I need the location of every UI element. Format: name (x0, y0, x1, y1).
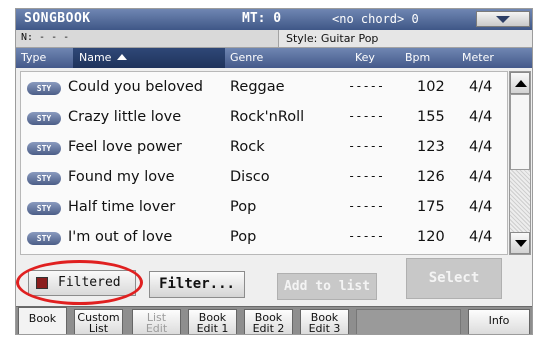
style-badge-icon: STY (27, 82, 61, 95)
song-genre: Pop (230, 199, 257, 215)
scroll-up-button[interactable] (510, 72, 530, 94)
tab-custom-list[interactable]: Custom List (74, 309, 123, 335)
column-meter[interactable]: Meter (462, 51, 494, 64)
tab-label: Info (488, 314, 510, 327)
tab-label-line2: Edit (145, 322, 168, 335)
song-meter: 4/4 (469, 79, 493, 95)
menu-triangle-icon (496, 16, 510, 23)
song-meter: 4/4 (469, 229, 493, 245)
song-name: Feel love power (68, 139, 182, 155)
list-header: Type Name Genre Key Bpm Meter (16, 48, 532, 68)
filtered-toggle[interactable]: Filtered (28, 270, 136, 296)
app-title: SONGBOOK (24, 11, 91, 26)
list-item[interactable]: STY Feel love power Rock ----- 123 4/4 (21, 134, 507, 164)
scroll-thumb[interactable] (510, 94, 530, 170)
songbook-screen: SONGBOOK MT: 0 <no chord> 0 N: - - - Sty… (15, 8, 533, 335)
song-meter: 4/4 (469, 169, 493, 185)
list-item[interactable]: STY Crazy little love Rock'nRoll ----- 1… (21, 104, 507, 134)
tab-label-line2: Edit 3 (308, 322, 341, 335)
info-row: N: - - - Style: Guitar Pop (16, 30, 532, 48)
song-genre: Disco (230, 169, 270, 185)
song-bpm: 126 (417, 169, 445, 185)
tab-label-line2: List (88, 322, 109, 335)
add-to-list-button[interactable]: Add to list (277, 273, 377, 300)
song-key: ----- (348, 199, 385, 213)
column-bpm[interactable]: Bpm (405, 51, 430, 64)
sort-ascending-icon (117, 54, 128, 60)
song-key: ----- (348, 169, 385, 183)
song-bpm: 155 (417, 109, 445, 125)
style-badge-icon: STY (27, 112, 61, 125)
entry-number: N: - - - (21, 32, 70, 43)
style-name: Style: Guitar Pop (278, 30, 532, 47)
song-list[interactable]: STY Could you beloved Reggae ----- 102 4… (20, 71, 508, 255)
list-scrollbar[interactable] (509, 71, 531, 255)
tab-list-edit[interactable]: List Edit (132, 309, 181, 335)
chord-display: <no chord> 0 (332, 12, 419, 26)
tab-book-edit-1[interactable]: Book Edit 1 (188, 309, 237, 335)
column-name-sorted[interactable]: Name (73, 48, 225, 68)
song-key: ----- (348, 109, 385, 123)
style-badge-icon: STY (27, 172, 61, 185)
master-transpose: MT: 0 (242, 11, 282, 26)
song-name: I'm out of love (68, 229, 173, 245)
tab-label-line2: Edit 1 (196, 322, 229, 335)
song-meter: 4/4 (469, 109, 493, 125)
column-type[interactable]: Type (21, 51, 46, 64)
song-key: ----- (348, 79, 385, 93)
song-genre: Pop (230, 229, 257, 245)
tab-book-edit-3[interactable]: Book Edit 3 (300, 309, 349, 335)
arrow-up-icon (515, 80, 527, 87)
tab-label: Book (28, 312, 57, 325)
select-button[interactable]: Select (406, 258, 502, 299)
tab-bar: Book Custom List List Edit Book Edit 1 Book… (16, 306, 532, 335)
column-genre[interactable]: Genre (230, 51, 263, 64)
song-meter: 4/4 (469, 199, 493, 215)
song-bpm: 123 (417, 139, 445, 155)
song-key: ----- (348, 229, 385, 243)
page-menu-button[interactable] (476, 11, 530, 27)
style-badge-icon: STY (27, 202, 61, 215)
style-badge-icon: STY (27, 142, 61, 155)
title-bar: SONGBOOK MT: 0 <no chord> 0 (16, 9, 532, 30)
column-key[interactable]: Key (355, 51, 375, 64)
song-name: Could you beloved (68, 79, 204, 95)
tab-label-line2: Edit 2 (252, 322, 285, 335)
song-meter: 4/4 (469, 139, 493, 155)
song-bpm: 102 (417, 79, 445, 95)
filtered-checkbox[interactable] (36, 277, 48, 289)
song-bpm: 120 (417, 229, 445, 245)
filter-button[interactable]: Filter... (149, 271, 245, 298)
tab-book[interactable]: Book (18, 307, 67, 334)
song-genre: Rock'nRoll (230, 109, 305, 125)
style-badge-icon: STY (27, 232, 61, 245)
tab-book-edit-2[interactable]: Book Edit 2 (244, 309, 293, 335)
list-item[interactable]: STY I'm out of love Pop ----- 120 4/4 (21, 224, 507, 254)
song-key: ----- (348, 139, 385, 153)
song-genre: Rock (230, 139, 265, 155)
list-item[interactable]: STY Half time lover Pop ----- 175 4/4 (21, 194, 507, 224)
list-item[interactable]: STY Could you beloved Reggae ----- 102 4… (21, 74, 507, 104)
filtered-label: Filtered (58, 275, 121, 290)
list-item[interactable]: STY Found my love Disco ----- 126 4/4 (21, 164, 507, 194)
song-name: Crazy little love (68, 109, 182, 125)
tab-info[interactable]: Info (468, 309, 530, 334)
song-name: Half time lover (68, 199, 176, 215)
song-name: Found my love (68, 169, 175, 185)
arrow-down-icon (515, 240, 527, 247)
song-bpm: 175 (417, 199, 445, 215)
tab-empty (356, 309, 461, 334)
column-name-label: Name (79, 51, 112, 64)
scroll-down-button[interactable] (510, 232, 530, 254)
song-genre: Reggae (230, 79, 285, 95)
